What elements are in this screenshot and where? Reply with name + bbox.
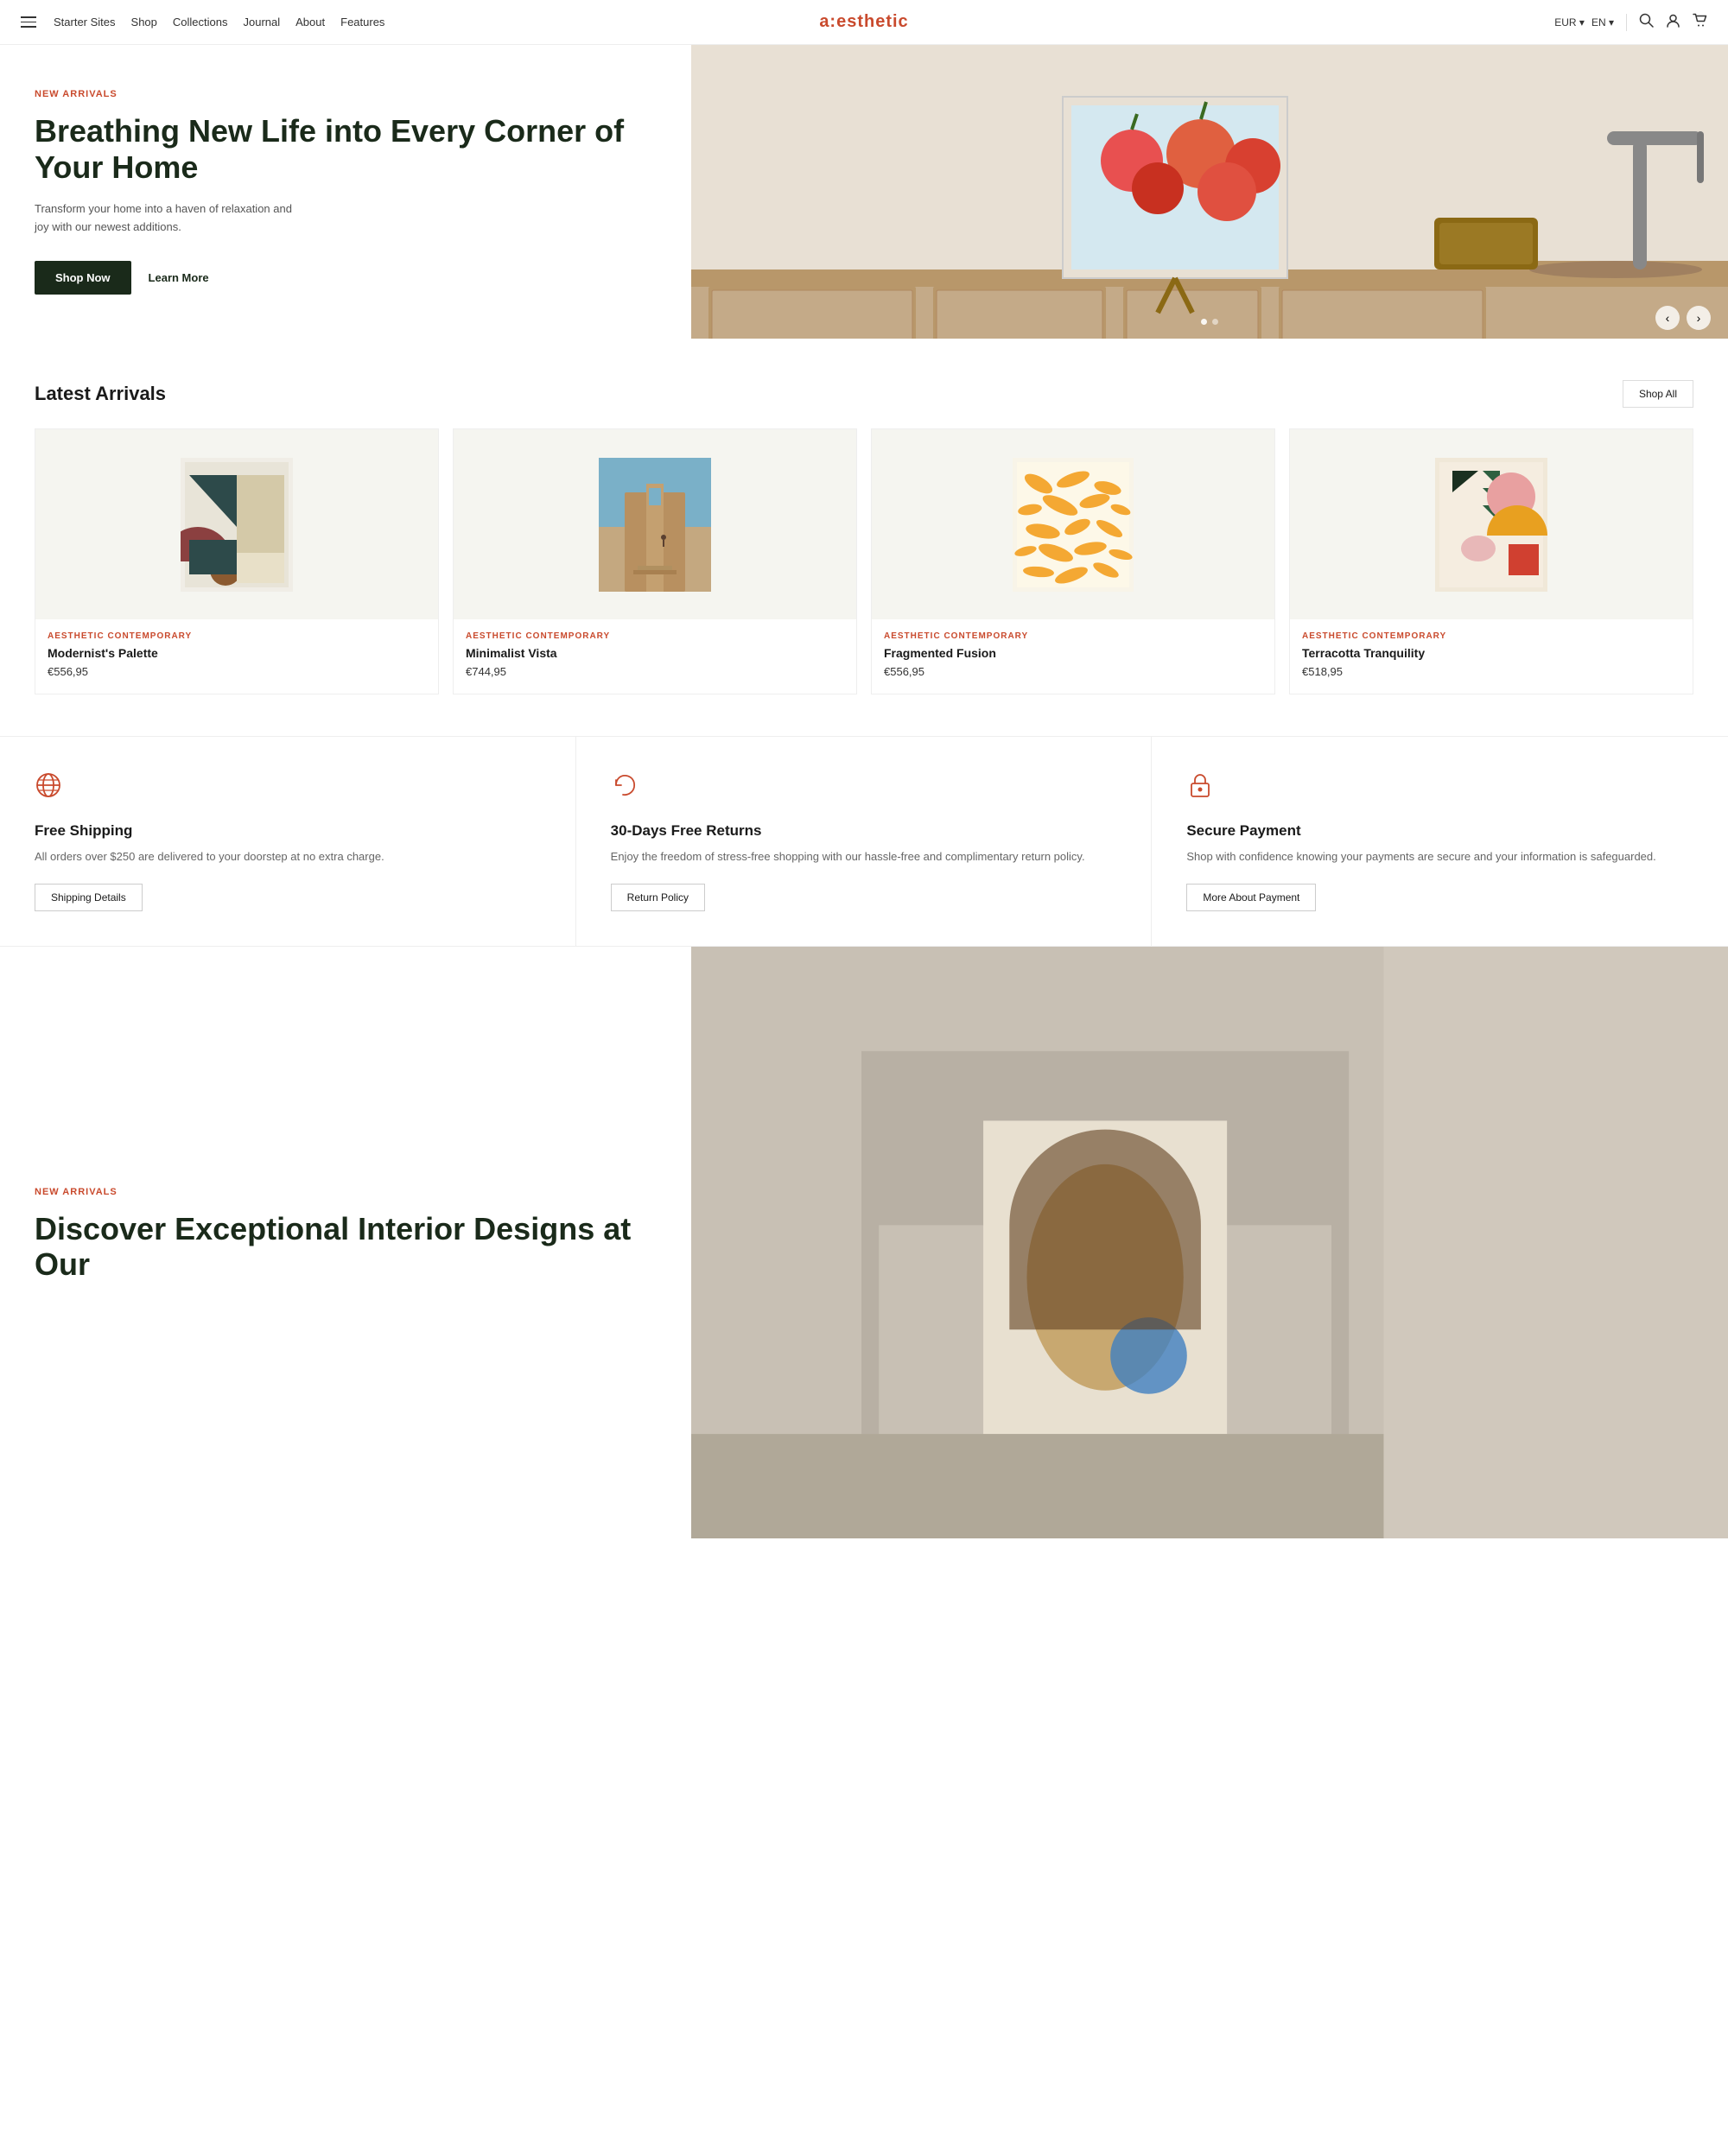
globe-icon xyxy=(35,771,541,805)
hero-section: NEW ARRIVALS Breathing New Life into Eve… xyxy=(0,45,1728,339)
hero-text-area: NEW ARRIVALS Breathing New Life into Eve… xyxy=(0,45,691,339)
latest-arrivals-section: Latest Arrivals Shop All xyxy=(0,339,1728,736)
product-price-2: €744,95 xyxy=(466,665,844,678)
hero-arrows: ‹ › xyxy=(1655,306,1711,330)
brand-logo[interactable]: a:esthetic xyxy=(819,12,908,32)
currency-selector[interactable]: EUR ▾ xyxy=(1554,16,1585,29)
hero-badge: NEW ARRIVALS xyxy=(35,89,657,99)
hero2-title: Discover Exceptional Interior Designs at… xyxy=(35,1211,657,1283)
free-shipping-title: Free Shipping xyxy=(35,822,541,840)
return-svg xyxy=(611,771,638,799)
hero-image-inner xyxy=(691,45,1728,339)
cart-button[interactable] xyxy=(1693,13,1707,32)
lock-svg xyxy=(1186,771,1214,799)
hero-dots xyxy=(1201,319,1218,325)
product-category-1: AESTHETIC CONTEMPORARY xyxy=(48,631,426,641)
hero-title: Breathing New Life into Every Corner of … xyxy=(35,113,657,185)
hero2-text-area: NEW ARRIVALS Discover Exceptional Interi… xyxy=(0,947,691,1538)
product-image-2 xyxy=(454,429,856,619)
product-category-4: AESTHETIC CONTEMPORARY xyxy=(1302,631,1680,641)
product-price-4: €518,95 xyxy=(1302,665,1680,678)
product-info-2: AESTHETIC CONTEMPORARY Minimalist Vista … xyxy=(454,619,856,694)
product-art-3 xyxy=(1013,458,1134,592)
section-header: Latest Arrivals Shop All xyxy=(35,380,1693,408)
learn-more-link[interactable]: Learn More xyxy=(149,271,209,284)
account-button[interactable] xyxy=(1666,13,1680,32)
product-name-1: Modernist's Palette xyxy=(48,646,426,660)
returns-description: Enjoy the freedom of stress-free shoppin… xyxy=(611,848,1117,866)
product-info-4: AESTHETIC CONTEMPORARY Terracotta Tranqu… xyxy=(1290,619,1693,694)
free-shipping-description: All orders over $250 are delivered to yo… xyxy=(35,848,541,866)
products-grid: AESTHETIC CONTEMPORARY Modernist's Palet… xyxy=(35,428,1693,694)
payment-title: Secure Payment xyxy=(1186,822,1693,840)
product-name-2: Minimalist Vista xyxy=(466,646,844,660)
hero2-badge: NEW ARRIVALS xyxy=(35,1187,657,1197)
feature-returns: 30-Days Free Returns Enjoy the freedom o… xyxy=(576,737,1153,946)
lock-icon xyxy=(1186,771,1693,805)
account-icon xyxy=(1666,13,1680,28)
hero-buttons: Shop Now Learn More xyxy=(35,261,657,295)
nav-link-collections[interactable]: Collections xyxy=(173,16,228,29)
product-art-1 xyxy=(181,458,293,592)
product-name-3: Fragmented Fusion xyxy=(884,646,1262,660)
product-image-1 xyxy=(35,429,438,619)
product-card-4[interactable]: AESTHETIC CONTEMPORARY Terracotta Tranqu… xyxy=(1289,428,1693,694)
search-icon xyxy=(1639,13,1654,28)
hero-dot-1[interactable] xyxy=(1201,319,1207,325)
product-price-1: €556,95 xyxy=(48,665,426,678)
hero-next-arrow[interactable]: › xyxy=(1687,306,1711,330)
product-art-2 xyxy=(599,458,711,592)
cart-icon xyxy=(1693,13,1707,28)
language-selector[interactable]: EN ▾ xyxy=(1591,16,1614,29)
hero2-illustration xyxy=(691,947,1728,1538)
product-category-2: AESTHETIC CONTEMPORARY xyxy=(466,631,844,641)
features-strip: Free Shipping All orders over $250 are d… xyxy=(0,736,1728,947)
hero-prev-arrow[interactable]: ‹ xyxy=(1655,306,1680,330)
nav-currency-lang: EUR ▾ EN ▾ xyxy=(1554,16,1614,29)
product-card-1[interactable]: AESTHETIC CONTEMPORARY Modernist's Palet… xyxy=(35,428,439,694)
nav-right: EUR ▾ EN ▾ xyxy=(1554,13,1707,32)
globe-svg xyxy=(35,771,62,799)
nav-icons xyxy=(1639,13,1707,32)
hero2-image xyxy=(691,947,1728,1538)
search-button[interactable] xyxy=(1639,13,1654,32)
product-info-1: AESTHETIC CONTEMPORARY Modernist's Palet… xyxy=(35,619,438,694)
payment-description: Shop with confidence knowing your paymen… xyxy=(1186,848,1693,866)
product-image-4 xyxy=(1290,429,1693,619)
nav-link-journal[interactable]: Journal xyxy=(244,16,281,29)
nav-links: Starter Sites Shop Collections Journal A… xyxy=(54,16,384,29)
feature-free-shipping: Free Shipping All orders over $250 are d… xyxy=(0,737,576,946)
nav-divider xyxy=(1626,14,1627,31)
product-image-3 xyxy=(872,429,1274,619)
latest-arrivals-title: Latest Arrivals xyxy=(35,383,166,405)
hero-description: Transform your home into a haven of rela… xyxy=(35,200,294,237)
hero-image: ‹ › xyxy=(691,45,1728,339)
product-price-3: €556,95 xyxy=(884,665,1262,678)
nav-left: Starter Sites Shop Collections Journal A… xyxy=(21,16,384,29)
product-art-4 xyxy=(1435,458,1547,592)
hamburger-menu[interactable] xyxy=(21,16,36,28)
product-category-3: AESTHETIC CONTEMPORARY xyxy=(884,631,1262,641)
nav-link-shop[interactable]: Shop xyxy=(131,16,157,29)
shop-all-button[interactable]: Shop All xyxy=(1623,380,1693,408)
returns-title: 30-Days Free Returns xyxy=(611,822,1117,840)
nav-link-starter-sites[interactable]: Starter Sites xyxy=(54,16,116,29)
shipping-details-button[interactable]: Shipping Details xyxy=(35,884,143,911)
product-name-4: Terracotta Tranquility xyxy=(1302,646,1680,660)
shop-now-button[interactable]: Shop Now xyxy=(35,261,131,295)
product-card-2[interactable]: AESTHETIC CONTEMPORARY Minimalist Vista … xyxy=(453,428,857,694)
return-icon xyxy=(611,771,1117,805)
nav-link-about[interactable]: About xyxy=(295,16,325,29)
return-policy-button[interactable]: Return Policy xyxy=(611,884,705,911)
product-info-3: AESTHETIC CONTEMPORARY Fragmented Fusion… xyxy=(872,619,1274,694)
hero2-section: NEW ARRIVALS Discover Exceptional Interi… xyxy=(0,947,1728,1538)
hero-kitchen-illustration xyxy=(691,45,1728,339)
product-card-3[interactable]: AESTHETIC CONTEMPORARY Fragmented Fusion… xyxy=(871,428,1275,694)
navbar: Starter Sites Shop Collections Journal A… xyxy=(0,0,1728,45)
more-about-payment-button[interactable]: More About Payment xyxy=(1186,884,1316,911)
nav-link-features[interactable]: Features xyxy=(340,16,384,29)
hero-dot-2[interactable] xyxy=(1212,319,1218,325)
feature-payment: Secure Payment Shop with confidence know… xyxy=(1152,737,1728,946)
